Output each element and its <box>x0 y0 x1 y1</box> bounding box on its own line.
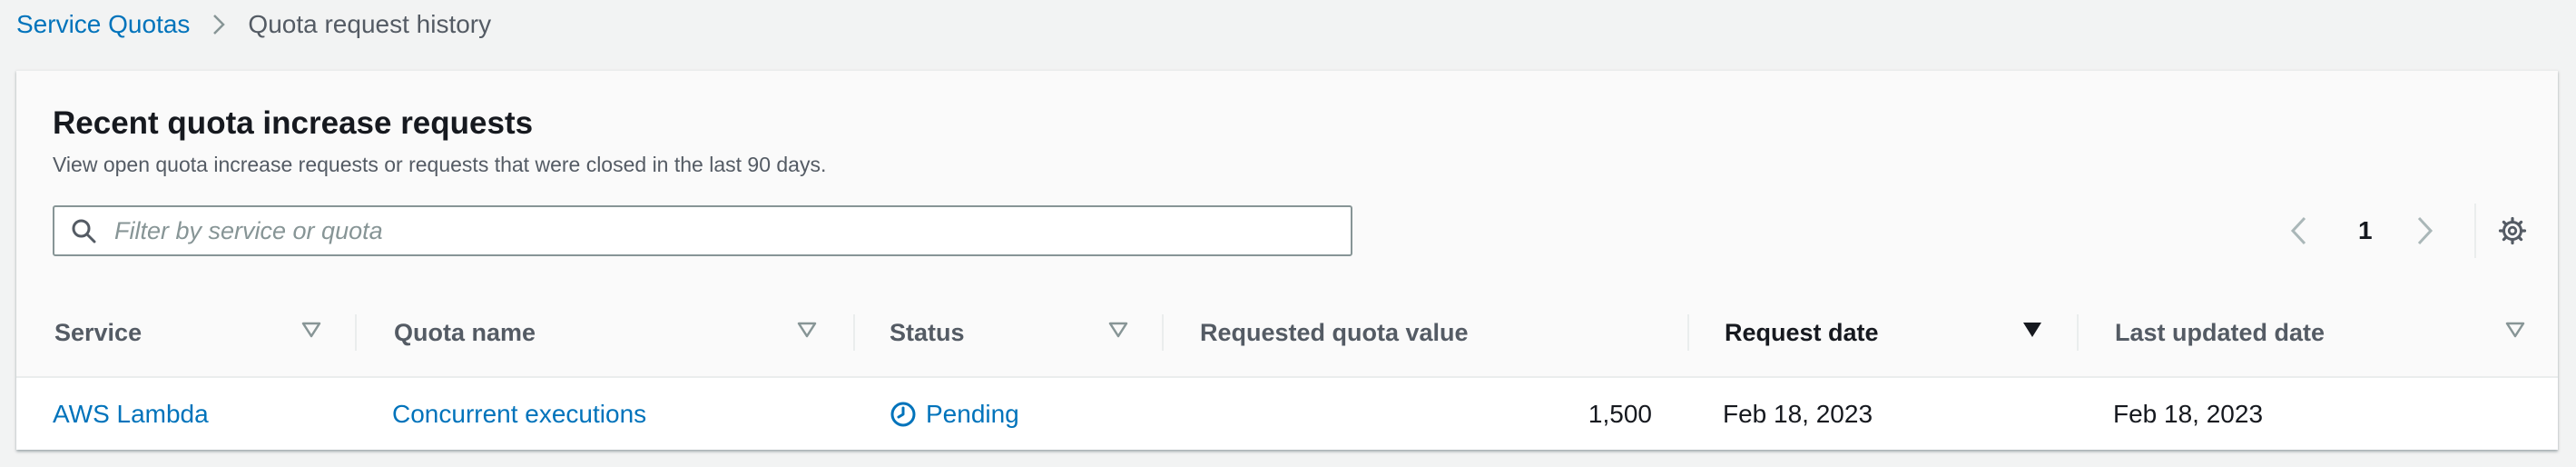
column-divider <box>1687 314 1689 351</box>
status-text: Pending <box>926 399 1019 428</box>
column-divider <box>355 314 357 351</box>
breadcrumb-current-page: Quota request history <box>248 10 492 38</box>
sort-caret-down-icon[interactable] <box>301 322 321 338</box>
page-number-1[interactable]: 1 <box>2358 205 2373 256</box>
column-header-last-updated-date[interactable]: Last updated date <box>2115 289 2325 376</box>
last-updated-date: Feb 18, 2023 <box>2113 399 2264 428</box>
search-icon <box>71 218 96 243</box>
sort-caret-down-filled-icon[interactable] <box>2022 322 2042 338</box>
breadcrumb: Service Quotas Quota request history <box>16 0 491 49</box>
service-link[interactable]: AWS Lambda <box>53 378 209 450</box>
status-badge[interactable]: Pending <box>890 378 1019 450</box>
column-header-quota-name[interactable]: Quota name <box>394 289 536 376</box>
panel-header: Recent quota increase requests View open… <box>16 71 2558 290</box>
column-divider <box>853 314 855 351</box>
gear-icon <box>2498 216 2527 245</box>
column-divider <box>1162 314 1164 351</box>
column-header-requested-quota-value: Requested quota value <box>1200 318 1469 346</box>
panel-title: Recent quota increase requests <box>53 105 534 141</box>
panel-description: View open quota increase requests or req… <box>53 153 827 176</box>
column-divider <box>2077 314 2079 351</box>
breadcrumb-service-quotas-link[interactable]: Service Quotas <box>16 10 190 39</box>
search-box <box>53 205 1352 256</box>
chevron-right-icon <box>2417 216 2433 245</box>
sort-caret-down-icon[interactable] <box>1108 322 1128 338</box>
sort-caret-down-icon[interactable] <box>2505 322 2525 338</box>
search-input[interactable] <box>113 215 1296 246</box>
pager-divider <box>2474 204 2476 258</box>
quota-requests-panel: Recent quota increase requests View open… <box>16 70 2558 450</box>
request-date: Feb 18, 2023 <box>1723 399 1873 428</box>
column-header-status[interactable]: Status <box>890 289 965 376</box>
quota-name-link[interactable]: Concurrent executions <box>392 378 646 450</box>
next-page-button[interactable] <box>2416 205 2434 256</box>
chevron-left-icon <box>2290 216 2306 245</box>
requested-quota-value: 1,500 <box>1588 399 1652 428</box>
sort-caret-down-icon[interactable] <box>797 322 817 338</box>
clock-icon <box>890 401 917 428</box>
previous-page-button[interactable] <box>2289 205 2307 256</box>
preferences-button[interactable] <box>2498 216 2527 245</box>
table-header: Service Quota name Status Requested quot… <box>16 289 2558 378</box>
column-header-request-date[interactable]: Request date <box>1725 289 1879 376</box>
column-header-service[interactable]: Service <box>54 289 142 376</box>
chevron-right-icon <box>211 13 226 36</box>
table-row: AWS Lambda Concurrent executions Pending… <box>16 378 2558 450</box>
